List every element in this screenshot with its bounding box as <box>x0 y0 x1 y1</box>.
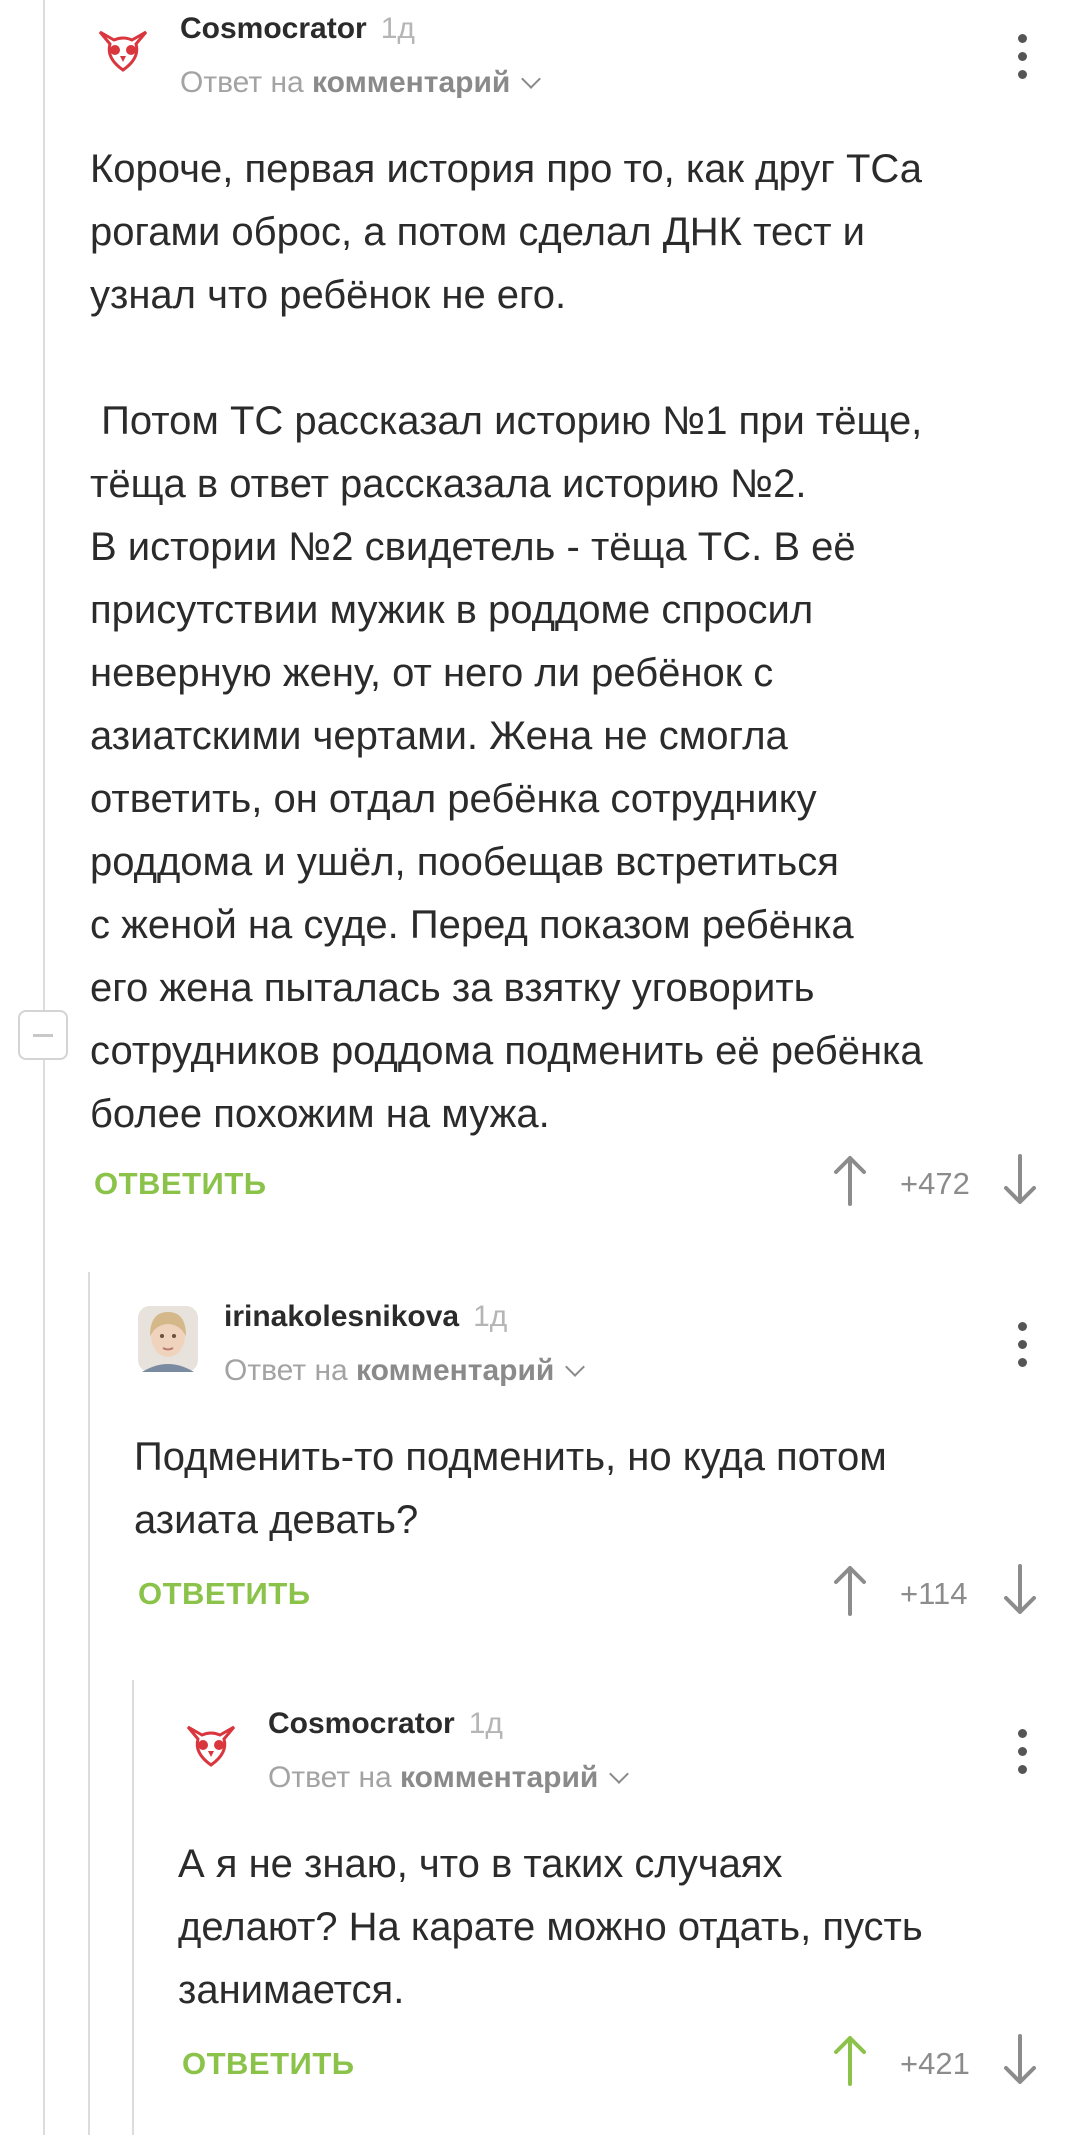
reply-button[interactable]: ОТВЕТИТЬ <box>182 2046 355 2082</box>
comment-actions: ОТВЕТИТЬ +472 <box>94 1154 1054 1226</box>
rating-count: +472 <box>900 1166 970 1201</box>
reply-button[interactable]: ОТВЕТИТЬ <box>138 1576 311 1612</box>
chevron-down-icon <box>521 69 542 89</box>
downvote-arrow-icon[interactable] <box>1000 1152 1040 1208</box>
chevron-down-icon <box>565 1357 586 1377</box>
more-options-icon[interactable] <box>1002 1318 1042 1378</box>
rating-count: +421 <box>900 2046 970 2081</box>
upvote-arrow-icon[interactable] <box>830 2032 870 2088</box>
reply-to-link[interactable]: Ответ на комментарий <box>268 1761 630 1795</box>
more-options-icon[interactable] <box>1002 30 1042 90</box>
thread-line-level-2 <box>88 1272 90 2135</box>
comment-time: 1д <box>380 12 415 45</box>
reply-button[interactable]: ОТВЕТИТЬ <box>94 1166 267 1202</box>
upvote-arrow-icon[interactable] <box>830 1562 870 1618</box>
comment-text: А я не знаю, что в таких случаях делают?… <box>178 1842 923 2012</box>
comment-author[interactable]: Cosmocrator 1д <box>268 1707 503 1741</box>
rating-count: +114 <box>900 1576 968 1611</box>
comment-text: Подменить-то подменить, но куда потом аз… <box>134 1435 887 1542</box>
upvote-arrow-icon[interactable] <box>830 1152 870 1208</box>
minus-icon <box>33 1034 53 1037</box>
reply-to-link[interactable]: Ответ на комментарий <box>224 1354 586 1388</box>
reply-to-link[interactable]: Ответ на комментарий <box>180 66 542 100</box>
owl-logo-icon[interactable] <box>180 1713 242 1775</box>
thread-line-level-3 <box>132 1680 134 2135</box>
comment-actions: ОТВЕТИТЬ +421 <box>182 2034 1062 2106</box>
chevron-down-icon <box>609 1764 630 1784</box>
downvote-arrow-icon[interactable] <box>1000 1562 1040 1618</box>
comment-author[interactable]: irinakolesnikova 1д <box>224 1300 507 1334</box>
downvote-arrow-icon[interactable] <box>1000 2032 1040 2088</box>
more-options-icon[interactable] <box>1002 1725 1042 1785</box>
comment-actions: ОТВЕТИТЬ +114 <box>138 1564 1058 1636</box>
thread-line-level-1 <box>43 0 45 2135</box>
comment-text: Короче, первая история про то, как друг … <box>90 147 923 1136</box>
comment-time: 1д <box>473 1300 508 1333</box>
comment-time: 1д <box>468 1707 503 1740</box>
owl-logo-icon[interactable] <box>92 18 154 80</box>
comment-author[interactable]: Cosmocrator 1д <box>180 12 415 46</box>
user-photo-avatar[interactable] <box>138 1306 198 1372</box>
collapse-thread-button[interactable] <box>18 1010 68 1060</box>
